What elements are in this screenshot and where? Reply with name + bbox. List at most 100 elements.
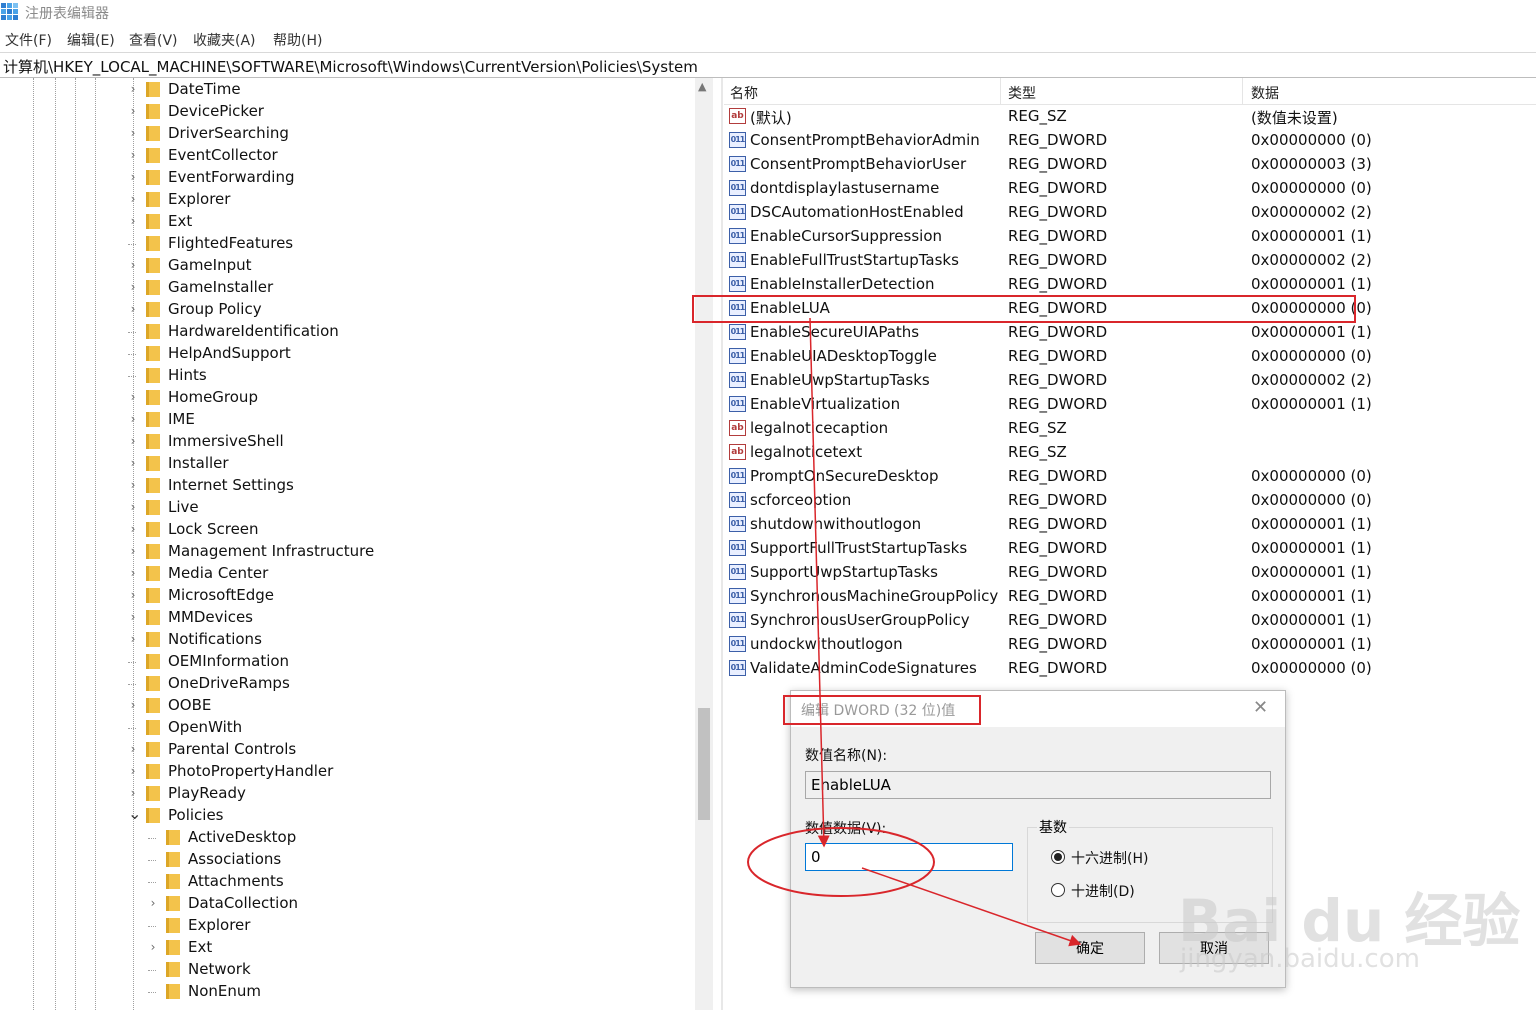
chevron-right-icon[interactable]: › — [128, 82, 138, 96]
tree-node-label[interactable]: Explorer — [188, 916, 250, 934]
tree-node[interactable]: › PlayReady — [0, 783, 560, 805]
table-row[interactable]: 011 ValidateAdminCodeSignatures REG_DWORD 0… — [724, 657, 1536, 681]
tree-node[interactable]: › GameInstaller — [0, 277, 560, 299]
chevron-right-icon[interactable]: › — [148, 940, 158, 954]
tree-node-label[interactable]: Media Center — [168, 564, 268, 582]
tree-node-label[interactable]: Ext — [188, 938, 212, 956]
tree-node-label[interactable]: Installer — [168, 454, 229, 472]
tree-node[interactable]: ⌄ Policies — [0, 804, 560, 827]
radio-hex[interactable] — [1051, 850, 1065, 864]
tree-node-label[interactable]: GameInput — [168, 256, 252, 274]
tree-node-label[interactable]: PhotoPropertyHandler — [168, 762, 333, 780]
tree-node-label[interactable]: OneDriveRamps — [168, 674, 290, 692]
tree-node-label[interactable]: PlayReady — [168, 784, 246, 802]
tree-node[interactable]: ActiveDesktop — [0, 827, 560, 849]
tree-node[interactable]: › HomeGroup — [0, 387, 560, 409]
table-row[interactable]: 011 ConsentPromptBehaviorUser REG_DWORD 0x0… — [724, 153, 1536, 177]
address-path[interactable]: 计算机\HKEY_LOCAL_MACHINE\SOFTWARE\Microsof… — [3, 56, 698, 77]
table-row[interactable]: 011 shutdownwithoutlogon REG_DWORD 0x000000… — [724, 513, 1536, 537]
tree-node-label[interactable]: IME — [168, 410, 195, 428]
column-header-name[interactable]: 名称 — [730, 83, 758, 103]
chevron-right-icon[interactable]: › — [128, 764, 138, 778]
chevron-right-icon[interactable]: › — [128, 214, 138, 228]
tree-node[interactable]: › Explorer — [0, 189, 560, 211]
tree-node[interactable]: › IME — [0, 409, 560, 431]
tree-node[interactable]: › Live — [0, 497, 560, 519]
column-separator[interactable] — [1000, 78, 1001, 104]
menu-help[interactable]: 帮助(H) — [273, 30, 322, 50]
tree-node[interactable]: › OOBE — [0, 695, 560, 717]
chevron-right-icon[interactable]: › — [128, 742, 138, 756]
tree-node[interactable]: Explorer — [0, 915, 560, 937]
tree-node[interactable]: › Group Policy — [0, 299, 560, 321]
tree-node[interactable]: › PhotoPropertyHandler — [0, 761, 560, 783]
tree-node-label[interactable]: DevicePicker — [168, 102, 264, 120]
tree-node-label[interactable]: MicrosoftEdge — [168, 586, 274, 604]
chevron-right-icon[interactable]: › — [128, 500, 138, 514]
tree-node-label[interactable]: Notifications — [168, 630, 262, 648]
table-row[interactable]: 011 EnableCursorSuppression REG_DWORD 0x000… — [724, 225, 1536, 249]
tree-node[interactable]: › Lock Screen — [0, 519, 560, 541]
table-row[interactable]: 011 EnableUIADesktopToggle REG_DWORD 0x0000… — [724, 345, 1536, 369]
tree-node[interactable]: › MMDevices — [0, 607, 560, 629]
tree-node[interactable]: › GameInput — [0, 255, 560, 277]
chevron-right-icon[interactable]: › — [128, 390, 138, 404]
menu-view[interactable]: 查看(V) — [129, 30, 178, 50]
chevron-right-icon[interactable]: › — [128, 104, 138, 118]
tree-node-label[interactable]: GameInstaller — [168, 278, 273, 296]
tree-node-label[interactable]: Parental Controls — [168, 740, 296, 758]
chevron-right-icon[interactable]: › — [128, 456, 138, 470]
tree-node[interactable]: › ImmersiveShell — [0, 431, 560, 453]
value-data-input[interactable] — [805, 843, 1013, 871]
table-row[interactable]: ab legalnoticetext REG_SZ — [724, 441, 1536, 465]
tree-node-label[interactable]: HelpAndSupport — [168, 344, 291, 362]
table-row[interactable]: 011 EnableVirtualization REG_DWORD 0x000000… — [724, 393, 1536, 417]
tree-node[interactable]: Associations — [0, 849, 560, 871]
table-row[interactable]: 011 EnableFullTrustStartupTasks REG_DWORD 0… — [724, 249, 1536, 273]
chevron-right-icon[interactable]: › — [128, 522, 138, 536]
tree-node[interactable]: › Management Infrastructure — [0, 541, 560, 563]
tree-node-label[interactable]: HomeGroup — [168, 388, 258, 406]
chevron-right-icon[interactable]: › — [128, 258, 138, 272]
chevron-right-icon[interactable]: › — [128, 632, 138, 646]
tree-node-label[interactable]: DateTime — [168, 80, 241, 98]
menu-file[interactable]: 文件(F) — [5, 30, 52, 50]
tree-node[interactable]: OEMInformation — [0, 651, 560, 673]
tree-node-label[interactable]: FlightedFeatures — [168, 234, 293, 252]
tree-node-label[interactable]: Live — [168, 498, 199, 516]
tree-node-label[interactable]: DataCollection — [188, 894, 298, 912]
table-row[interactable]: 011 DSCAutomationHostEnabled REG_DWORD 0x00… — [724, 201, 1536, 225]
tree-node-label[interactable]: EventForwarding — [168, 168, 295, 186]
tree-node[interactable]: › Ext — [0, 937, 560, 959]
table-row[interactable]: 011 SynchronousUserGroupPolicy REG_DWORD 0x… — [724, 609, 1536, 633]
chevron-right-icon[interactable]: › — [128, 588, 138, 602]
table-row[interactable]: 011 SupportUwpStartupTasks REG_DWORD 0x0000… — [724, 561, 1536, 585]
tree-node[interactable]: OpenWith — [0, 717, 560, 739]
tree-node[interactable]: › MicrosoftEdge — [0, 585, 560, 607]
tree-node-label[interactable]: Management Infrastructure — [168, 542, 374, 560]
radio-hex-label[interactable]: 十六进制(H) — [1071, 848, 1148, 868]
table-row[interactable]: 011 scforceoption REG_DWORD 0x00000000 (0) — [724, 489, 1536, 513]
chevron-right-icon[interactable]: › — [128, 434, 138, 448]
chevron-right-icon[interactable]: › — [128, 544, 138, 558]
chevron-down-icon[interactable]: ⌄ — [128, 804, 141, 823]
tree-scrollbar[interactable]: ▲ — [695, 78, 713, 1010]
table-row[interactable]: 011 EnableInstallerDetection REG_DWORD 0x00… — [724, 273, 1536, 297]
tree-node[interactable]: OneDriveRamps — [0, 673, 560, 695]
chevron-right-icon[interactable]: › — [128, 610, 138, 624]
chevron-right-icon[interactable]: › — [128, 192, 138, 206]
tree-node-label[interactable]: Attachments — [188, 872, 284, 890]
tree-node-label[interactable]: Lock Screen — [168, 520, 259, 538]
tree-node-label[interactable]: OpenWith — [168, 718, 242, 736]
scroll-up-arrow-icon[interactable]: ▲ — [698, 80, 706, 93]
tree-node-label[interactable]: HardwareIdentification — [168, 322, 339, 340]
column-header-type[interactable]: 类型 — [1008, 83, 1036, 103]
table-row[interactable]: 011 ConsentPromptBehaviorAdmin REG_DWORD 0x… — [724, 129, 1536, 153]
tree-node[interactable]: Network — [0, 959, 560, 981]
table-row[interactable]: 011 EnableUwpStartupTasks REG_DWORD 0x00000… — [724, 369, 1536, 393]
table-row[interactable]: 011 EnableLUA REG_DWORD 0x00000000 (0) — [724, 297, 1536, 321]
chevron-right-icon[interactable]: › — [128, 280, 138, 294]
tree-node[interactable]: HelpAndSupport — [0, 343, 560, 365]
tree-node[interactable]: › Installer — [0, 453, 560, 475]
table-row[interactable]: 011 SupportFullTrustStartupTasks REG_DWORD… — [724, 537, 1536, 561]
